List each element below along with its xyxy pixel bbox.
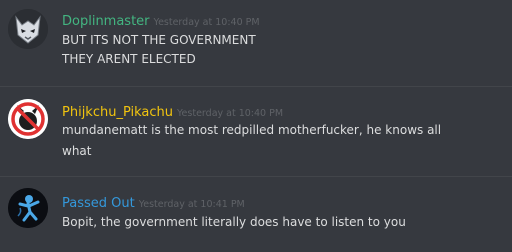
username[interactable]: Passed Out xyxy=(62,196,135,211)
wolf-mask-avatar[interactable] xyxy=(8,9,48,49)
message-text: THEY ARENT ELECTED xyxy=(62,52,196,66)
message-text: Bopit, the government literally does hav… xyxy=(62,215,406,229)
message-text: what xyxy=(62,144,92,158)
message-group: Phijkchu_Pikachu Yesterday at 10:40 PM mu… xyxy=(0,87,512,175)
blue-figure-avatar[interactable] xyxy=(8,188,48,228)
timestamp: Yesterday at 10:40 PM xyxy=(153,17,260,28)
username[interactable]: Doplinmaster xyxy=(62,14,150,29)
chat-message-list: Doplinmaster Yesterday at 10:40 PM BUT IT… xyxy=(0,0,512,252)
username[interactable]: Phijkchu_Pikachu xyxy=(62,105,173,120)
message-group: Doplinmaster Yesterday at 10:40 PM BUT IT… xyxy=(0,0,512,85)
message-group: Passed Out Yesterday at 10:41 PM Bopit, t… xyxy=(0,177,512,252)
message-text: mundanematt is the most redpilled mother… xyxy=(62,123,442,137)
timestamp: Yesterday at 10:40 PM xyxy=(177,108,284,119)
pikachu-prohibited-avatar[interactable] xyxy=(8,99,48,139)
message-text: BUT ITS NOT THE GOVERNMENT xyxy=(62,33,256,47)
timestamp: Yesterday at 10:41 PM xyxy=(138,199,245,210)
